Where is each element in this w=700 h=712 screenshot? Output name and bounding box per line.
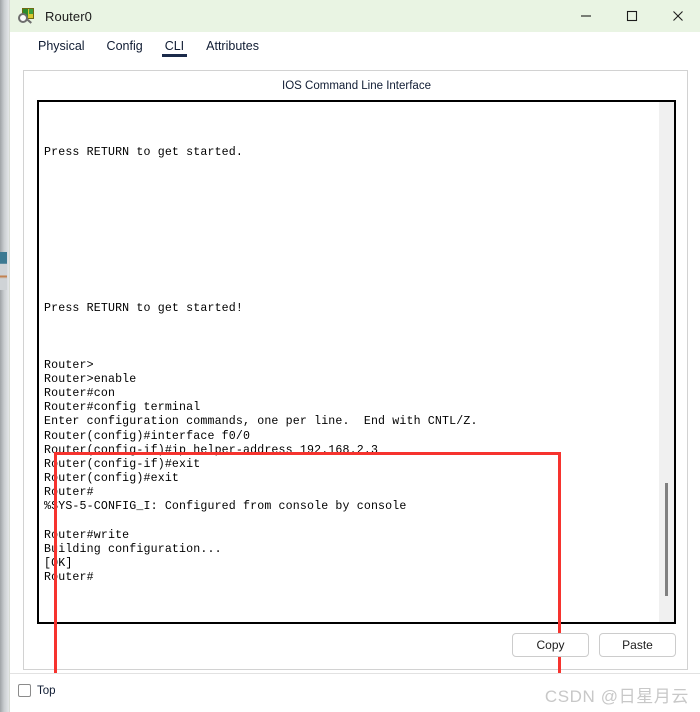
terminal-scrollbar[interactable] [659,102,674,622]
cli-panel: IOS Command Line Interface Press RETURN … [23,70,688,690]
paste-button[interactable]: Paste [599,633,676,657]
copy-button-label: Copy [536,638,565,652]
top-checkbox-label: Top [37,684,56,697]
screenshot-root: Router0 Physical Config CLI Attributes I… [0,0,700,712]
status-bar: Top CSDN @日星月云 [10,673,700,712]
close-icon[interactable] [655,0,700,32]
terminal-output-area[interactable]: Press RETURN to get started. Press RETUR… [37,100,676,624]
tab-config[interactable]: Config [96,32,154,64]
packet-tracer-router-icon [18,7,36,25]
paste-button-label: Paste [622,638,653,652]
top-checkbox-box[interactable] [18,684,31,697]
background-window-sliver-detail [0,252,7,290]
terminal-text: Press RETURN to get started. Press RETUR… [44,146,478,585]
top-checkbox[interactable]: Top [18,684,56,697]
tab-config-label: Config [106,39,143,53]
window-controls [563,0,700,32]
cli-caption: IOS Command Line Interface [282,80,431,92]
copy-button[interactable]: Copy [512,633,589,657]
tab-attributes[interactable]: Attributes [195,32,270,64]
router-properties-window: Router0 Physical Config CLI Attributes I… [9,0,700,712]
maximize-icon[interactable] [609,0,655,32]
tab-attributes-label: Attributes [206,39,259,53]
tab-cli[interactable]: CLI [154,32,195,64]
terminal-scrollbar-thumb[interactable] [665,483,668,596]
title-bar[interactable]: Router0 [10,0,700,32]
cli-action-buttons: Copy Paste [512,633,676,657]
tab-cli-label: CLI [164,39,185,53]
background-window-sliver [0,0,9,712]
window-title: Router0 [45,8,92,24]
minimize-icon[interactable] [563,0,609,32]
tab-physical[interactable]: Physical [27,32,96,64]
tab-physical-label: Physical [38,39,85,53]
watermark: CSDN @日星月云 [544,687,689,706]
tab-bar: Physical Config CLI Attributes [10,32,700,70]
